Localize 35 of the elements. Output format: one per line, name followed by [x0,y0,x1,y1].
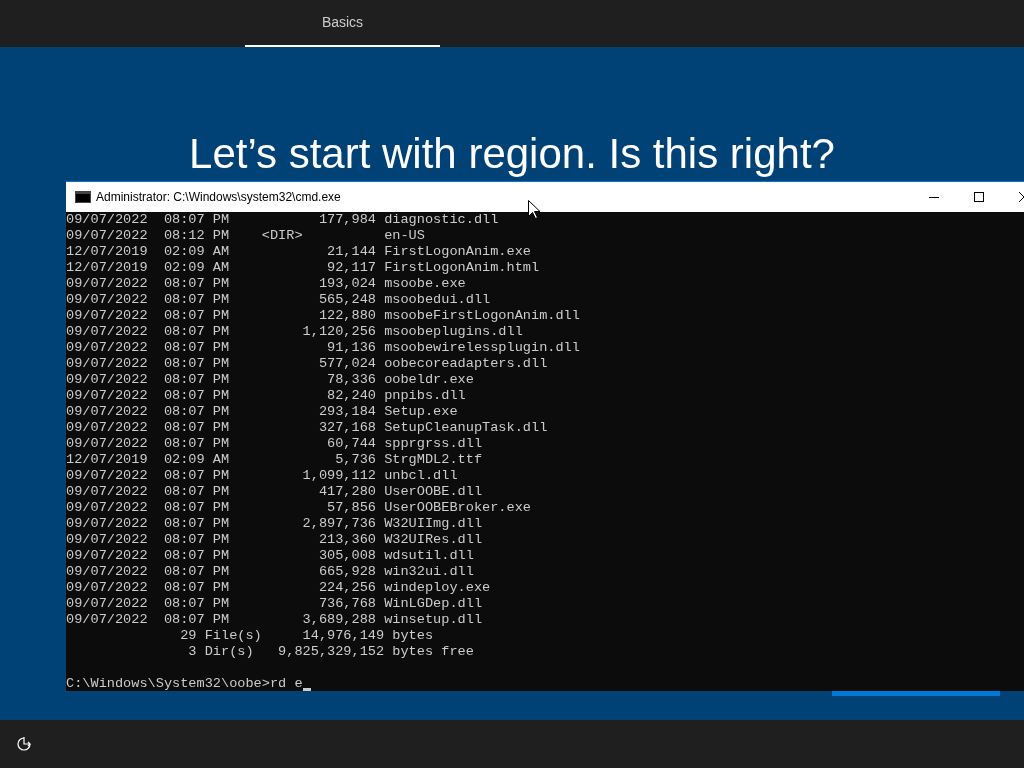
console-line: 09/07/2022 08:07 PM 60,744 spprgrss.dll [66,436,483,452]
maximize-icon[interactable] [973,192,984,202]
console-line: 09/07/2022 08:07 PM 665,928 win32ui.dll [66,564,474,580]
console-icon [75,191,91,203]
console-line: 09/07/2022 08:12 PM <DIR> en-US [66,228,425,244]
console-line: 09/07/2022 08:07 PM 78,336 oobeldr.exe [66,372,474,388]
console-line: 09/07/2022 08:07 PM 736,768 WinLGDep.dll [66,596,483,612]
console-line: 09/07/2022 08:07 PM 213,360 W32UIRes.dll [66,532,483,548]
console-line: 09/07/2022 08:07 PM 1,120,256 msoobeplugins.dll [66,324,523,340]
window-title: Administrator: C:\Windows\system32\cmd.exe [96,189,341,206]
console-line: 09/07/2022 08:07 PM 1,099,112 unbcl.dll [66,468,458,484]
console-line: 09/07/2022 08:07 PM 417,280 UserOOBE.dll [66,484,483,500]
console-line: 09/07/2022 08:07 PM 293,184 Setup.exe [66,404,458,420]
page-heading: Let’s start with region. Is this right? [189,129,835,179]
console-line: 09/07/2022 08:07 PM 193,024 msoobe.exe [66,276,466,292]
console-line: 29 File(s) 14,976,149 bytes [179,628,434,644]
console-line: 12/07/2019 02:09 AM 92,117 FirstLogonAnim.html [66,260,540,276]
console-line: 09/07/2022 08:07 PM 327,168 SetupCleanupTask.dll [66,420,548,436]
console-line: 09/07/2022 08:07 PM 577,024 oobecoreadapters.dll [66,356,548,372]
console-line: 09/07/2022 08:07 PM 57,856 UserOOBEBroker.exe [66,500,531,516]
console-line: 3 Dir(s) 9,825,329,152 bytes free [187,644,474,660]
console-line: 09/07/2022 08:07 PM 2,897,736 W32UIImg.dll [66,516,483,532]
console-line: 09/07/2022 08:07 PM 177,984 diagnostic.dll [66,212,499,228]
console-line: 09/07/2022 08:07 PM 305,008 wdsutil.dll [66,548,474,564]
accessibility-icon[interactable] [16,736,32,752]
console-line: 09/07/2022 08:07 PM 565,248 msoobedui.dll [66,292,491,308]
console-line: 09/07/2022 08:07 PM 122,880 msoobeFirstLogonAnim.dll [66,308,580,324]
console-line: 09/07/2022 08:07 PM 224,256 windeploy.exe [66,580,491,596]
console-line: 12/07/2019 02:09 AM 5,736 StrgMDL2.ttf [66,452,483,468]
text-cursor [302,688,311,691]
console-line: 09/07/2022 08:07 PM 3,689,288 winsetup.dll [66,612,483,628]
console-line: 09/07/2022 08:07 PM 91,136 msoobewirelessplugin.dll [66,340,580,356]
console-line: 12/07/2019 02:09 AM 21,144 FirstLogonAnim.exe [66,244,531,260]
command-prompt: C:\Windows\System32\oobe>rd e [66,676,303,692]
console-line: 09/07/2022 08:07 PM 82,240 pnpibs.dll [66,388,466,404]
